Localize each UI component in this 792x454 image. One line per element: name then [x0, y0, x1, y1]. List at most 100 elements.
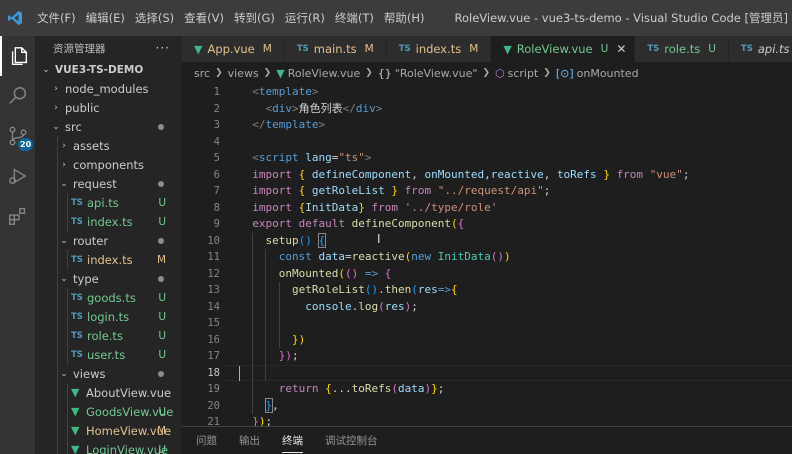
code-token: then [384, 283, 412, 296]
code-token: ( [338, 266, 345, 280]
code-token: ) [258, 415, 266, 426]
tree-item-label: user.ts [87, 347, 126, 362]
search-icon[interactable] [0, 76, 35, 116]
vscode-logo-icon[interactable] [0, 0, 30, 36]
tree-item-folder[interactable]: › node_modules [35, 79, 182, 98]
typescript-file-icon: TS [71, 330, 83, 341]
code-token: toRefs [351, 382, 392, 395]
code-token: toRefs [556, 167, 597, 181]
extensions-icon[interactable] [0, 196, 35, 236]
menu-item[interactable]: 运行(R) [280, 0, 330, 36]
vue-file-icon: ▼ [71, 443, 80, 454]
panel-tab[interactable]: 终端 [282, 428, 303, 454]
tab-api-ts[interactable]: TS api.ts [728, 36, 792, 62]
panel-tab[interactable]: 输出 [239, 428, 260, 454]
panel-tab[interactable]: 调试控制台 [325, 428, 378, 454]
code-token: log [358, 299, 379, 313]
run-debug-icon[interactable] [0, 156, 35, 196]
menu-item[interactable]: 编辑(E) [81, 0, 130, 36]
code-token: template [265, 118, 319, 131]
tab-label: role.ts [664, 42, 701, 56]
menu-item[interactable]: 选择(S) [130, 0, 179, 36]
files-icon[interactable] [0, 36, 35, 76]
breadcrumb-src[interactable]: src [194, 67, 210, 80]
breadcrumb-file[interactable]: ▼ RoleView.vue [276, 67, 360, 80]
code-line: getRoleList().then(res=>{ [239, 282, 458, 299]
line-number: 14 [207, 300, 220, 313]
breadcrumb-module[interactable]: {} "RoleView.vue" [378, 67, 478, 80]
tree-item-label: AboutView.vue [86, 385, 172, 400]
code-token: "ts" [338, 151, 365, 164]
code-token: ( [378, 299, 385, 313]
menu-item[interactable]: 终端(T) [330, 0, 379, 36]
chevron-right-icon: › [54, 83, 58, 94]
code-token: import [252, 184, 292, 197]
code-token: , [543, 167, 557, 181]
code-token: from [371, 200, 398, 214]
tree-item-folder[interactable]: › public [35, 98, 182, 117]
menu-item[interactable]: 文件(F) [32, 0, 81, 36]
tree-item-label: node_modules [65, 81, 149, 96]
indent-guide [265, 249, 266, 381]
tree-item-label: type [73, 271, 99, 286]
breadcrumb-script[interactable]: ⬡ script [495, 67, 538, 80]
git-status-badge: U [158, 310, 166, 323]
code-token: defineComponent [351, 217, 451, 230]
git-status-badge: U [158, 405, 166, 418]
tree-item-label: goods.ts [87, 290, 136, 305]
tree-item-label: assets [73, 138, 110, 153]
code-line: const data=reactive(new InitData()) [239, 249, 511, 266]
variable-symbol-icon: [⊙] [555, 66, 574, 80]
code-token: > [311, 85, 319, 98]
vue-file-icon: ▼ [276, 66, 285, 80]
menu-item[interactable]: 转到(G) [229, 0, 280, 36]
code-token: => [364, 266, 379, 280]
git-status-badge: U [708, 43, 716, 55]
modified-dot-icon [158, 180, 164, 187]
tab-index-ts[interactable]: TS index.ts M [386, 36, 492, 62]
source-control-badge: 20 [18, 138, 34, 151]
tree-item-label: VUE3-TS-DEMO [55, 63, 144, 76]
code-token: { [325, 382, 332, 395]
tab-app-vue[interactable]: ▼ App.vue M [182, 36, 285, 62]
code-token: '../type/role' [404, 200, 498, 214]
breadcrumb-views[interactable]: views [228, 67, 259, 80]
git-status-badge: U [158, 196, 166, 209]
code-token: ; [265, 415, 273, 426]
git-status-badge: M [156, 424, 166, 437]
panel-tab[interactable]: 问题 [196, 428, 217, 454]
git-status-badge: U [158, 329, 166, 342]
line-number: 9 [213, 218, 220, 230]
menu-item[interactable]: 查看(V) [179, 0, 229, 36]
close-icon[interactable]: ✕ [616, 42, 626, 56]
source-control-icon[interactable]: 20 [0, 116, 35, 156]
line-number: 3 [213, 119, 220, 131]
tab-role-ts[interactable]: TS role.ts U [635, 36, 729, 62]
tree-item-label: src [65, 119, 82, 134]
chevron-right-icon: ❯ [215, 68, 223, 78]
line-number: 2 [213, 102, 220, 115]
tree-item-label: router [73, 233, 109, 248]
tab-roleview-vue[interactable]: ▼ RoleView.vue U ✕ [491, 36, 636, 62]
vue-file-icon: ▼ [71, 405, 80, 418]
tree-item-label: api.ts [87, 195, 119, 210]
modified-dot-icon [158, 275, 164, 282]
menu-item[interactable]: 帮助(H) [379, 0, 430, 36]
code-token: } [391, 184, 398, 197]
tree-item-folder[interactable]: ⌄ src [35, 117, 182, 136]
more-actions-icon[interactable]: ··· [156, 41, 170, 55]
tab-main-ts[interactable]: TS main.ts M [284, 36, 387, 62]
tree-item-root[interactable]: ⌄ VUE3-TS-DEMO [35, 60, 182, 79]
breadcrumb-symbol[interactable]: [⊙] onMounted [556, 67, 639, 80]
mouse-i-beam-icon: I [377, 232, 381, 246]
chevron-down-icon: ⌄ [60, 178, 68, 189]
code-token: } [431, 382, 438, 395]
code-editor[interactable]: 1 2 3 4 5 6 7 8 9 10 11 12 13 14 15 16 17 18 19 20 21 <templ… [182, 84, 792, 426]
code-token: () [490, 250, 504, 263]
